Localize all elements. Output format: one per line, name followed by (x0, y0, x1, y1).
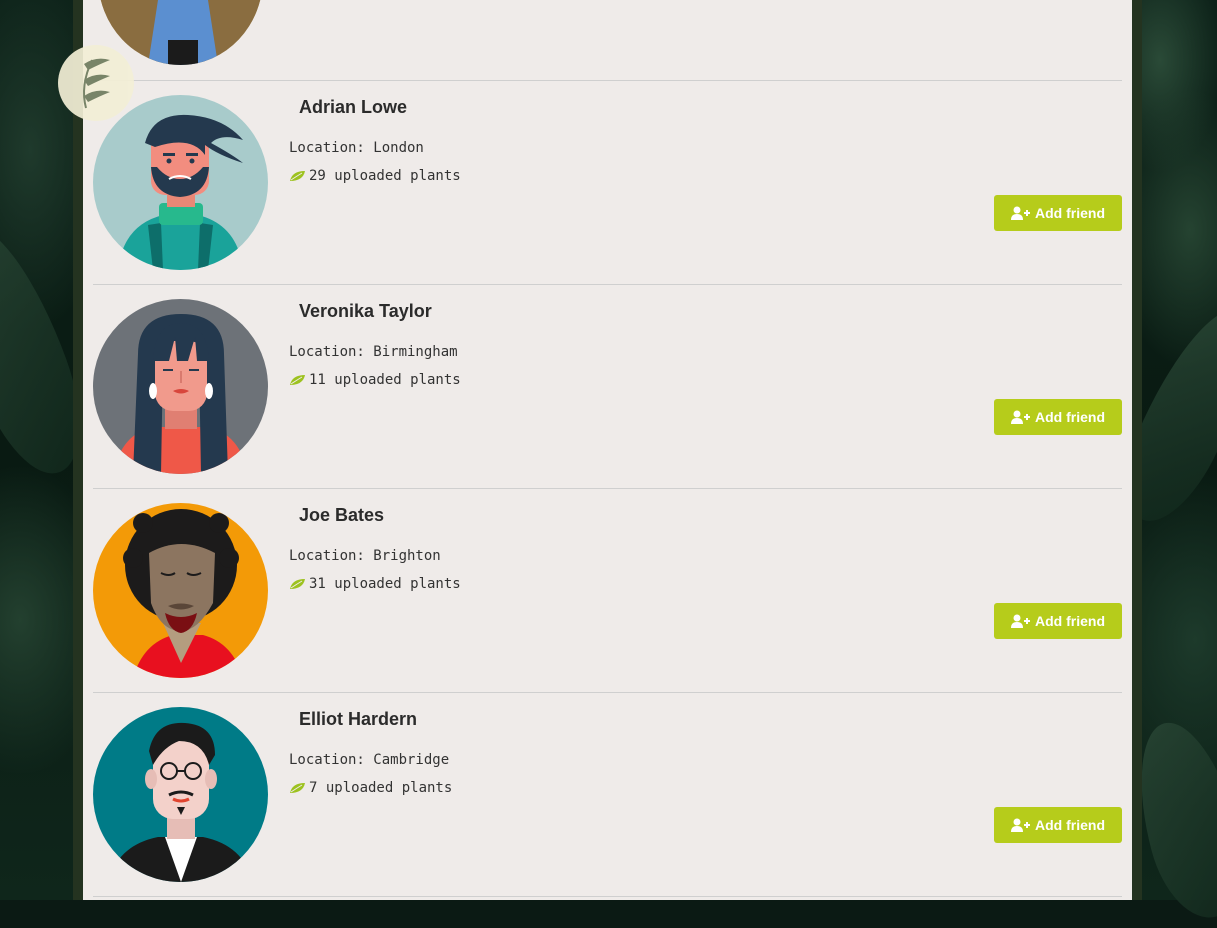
user-plant-count: 29 uploaded plants (289, 168, 461, 184)
add-friend-button[interactable]: Add friend (994, 195, 1122, 231)
leaf-icon (289, 578, 306, 590)
add-friend-label: Add friend (1035, 817, 1105, 833)
user-plus-icon (1011, 818, 1030, 832)
user-plus-icon (1011, 206, 1030, 220)
leaf-icon (289, 374, 306, 386)
user-location: Location: London (289, 140, 424, 156)
leaves-logo-icon[interactable] (58, 45, 134, 121)
leaf-icon (289, 170, 306, 182)
avatar (93, 299, 268, 474)
plant-count-text: 7 uploaded plants (309, 780, 453, 796)
user-location: Location: Cambridge (289, 752, 450, 768)
avatar (93, 95, 268, 270)
add-friend-button[interactable]: Add friend (994, 807, 1122, 843)
plant-count-text: 31 uploaded plants (309, 576, 461, 592)
user-name[interactable]: Elliot Hardern (299, 709, 417, 730)
avatar (93, 707, 268, 882)
user-row: Joe Bates Location: Brighton 31 uploaded… (93, 489, 1122, 693)
add-friend-button[interactable]: Add friend (994, 399, 1122, 435)
avatar (93, 503, 268, 678)
user-name[interactable]: Veronika Taylor (299, 301, 432, 322)
user-plant-count: 7 uploaded plants (289, 780, 452, 796)
add-friend-button[interactable]: Add friend (994, 603, 1122, 639)
user-name[interactable]: Adrian Lowe (299, 97, 407, 118)
user-name[interactable]: Joe Bates (299, 505, 384, 526)
add-friend-label: Add friend (1035, 613, 1105, 629)
leaf-icon (289, 782, 306, 794)
user-location: Location: Birmingham (289, 344, 458, 360)
user-plant-count: 31 uploaded plants (289, 576, 461, 592)
user-row: Veronika Taylor Location: Birmingham 11 … (93, 285, 1122, 489)
user-row: Adrian Lowe Location: London 29 uploaded… (93, 81, 1122, 285)
user-plus-icon (1011, 614, 1030, 628)
user-row: Elliot Hardern Location: Cambridge 7 upl… (93, 693, 1122, 897)
plant-count-text: 11 uploaded plants (309, 372, 461, 388)
add-friend-label: Add friend (1035, 409, 1105, 425)
user-location: Location: Brighton (289, 548, 441, 564)
user-plus-icon (1011, 410, 1030, 424)
plant-count-text: 29 uploaded plants (309, 168, 461, 184)
add-friend-label: Add friend (1035, 205, 1105, 221)
user-plant-count: 11 uploaded plants (289, 372, 461, 388)
row-divider (93, 896, 1122, 897)
